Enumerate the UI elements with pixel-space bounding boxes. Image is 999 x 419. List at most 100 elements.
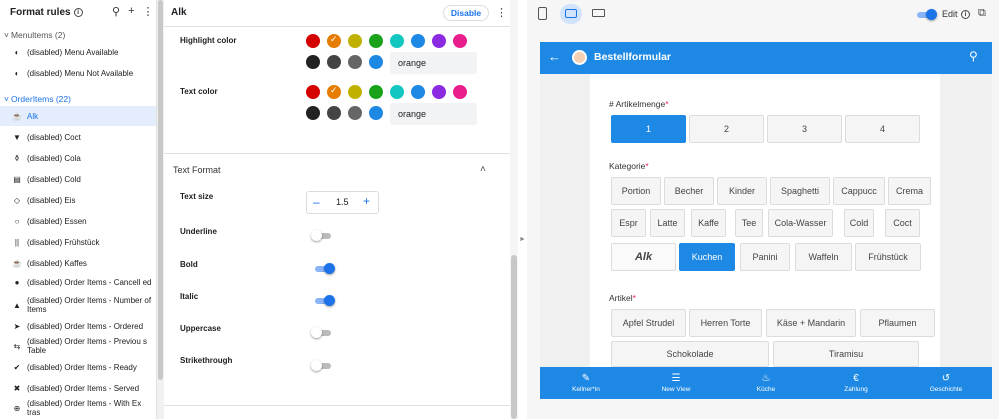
sidebar-item[interactable]: ✔ (disabled) Order Items - Ready: [0, 357, 156, 377]
kategorie-option[interactable]: Crema: [888, 177, 931, 205]
kategorie-option[interactable]: Tee: [735, 209, 763, 237]
kategorie-option[interactable]: Cappucc: [833, 177, 885, 205]
text-color-input[interactable]: orange: [390, 103, 477, 125]
text-size-value[interactable]: 1.5: [336, 197, 349, 207]
qty-option[interactable]: 2: [689, 115, 764, 143]
kategorie-option[interactable]: Spaghetti: [770, 177, 830, 205]
qty-option[interactable]: 1: [611, 115, 686, 143]
color-swatch[interactable]: [327, 106, 341, 120]
search-icon[interactable]: ⚲: [112, 5, 120, 18]
nav-item[interactable]: € Zahlung: [811, 367, 901, 399]
kategorie-option[interactable]: Espr: [611, 209, 646, 237]
artikel-option[interactable]: Käse + Mandarin: [766, 309, 856, 337]
color-swatch[interactable]: [453, 85, 467, 99]
panel-resize-handle[interactable]: ►: [519, 236, 526, 243]
sidebar-item[interactable]: ✖ (disabled) Order Items - Served: [0, 378, 156, 398]
qty-option[interactable]: 4: [845, 115, 920, 143]
artikel-option[interactable]: Pflaumen: [860, 309, 935, 337]
sidebar-item[interactable]: ⚱ (disabled) Cola: [0, 148, 156, 168]
minus-icon[interactable]: –: [313, 195, 320, 209]
artikel-option[interactable]: Tiramisu: [773, 341, 919, 367]
strikethrough-toggle[interactable]: [311, 360, 333, 371]
italic-toggle[interactable]: [313, 295, 335, 306]
info-icon[interactable]: i: [961, 10, 970, 19]
selected-color-swatch[interactable]: ✓: [327, 85, 341, 99]
color-swatch[interactable]: [369, 55, 383, 69]
more-vert-icon[interactable]: ⋮: [143, 5, 154, 18]
nav-item[interactable]: ♨ Küche: [721, 367, 811, 399]
kategorie-option[interactable]: Frühstück: [855, 243, 921, 271]
sidebar-item[interactable]: ▲ (disabled) Order Items - Number of Item…: [0, 293, 156, 317]
open-in-new-icon[interactable]: ⧉: [978, 7, 986, 20]
text-format-header[interactable]: Text Format: [173, 165, 221, 175]
color-swatch[interactable]: [453, 34, 467, 48]
color-swatch[interactable]: [306, 55, 320, 69]
color-swatch[interactable]: [348, 55, 362, 69]
color-swatch[interactable]: [369, 85, 383, 99]
kategorie-option[interactable]: Alk: [611, 243, 676, 271]
uppercase-toggle[interactable]: [311, 327, 333, 338]
plus-icon[interactable]: +: [363, 194, 370, 208]
color-swatch[interactable]: [432, 34, 446, 48]
color-swatch[interactable]: [306, 34, 320, 48]
sidebar-item[interactable]: || (disabled) Frühstück: [0, 232, 156, 252]
color-swatch[interactable]: [369, 34, 383, 48]
sidebar-item-alk[interactable]: ☕ Alk: [0, 106, 156, 126]
sidebar-item[interactable]: ⇆ (disabled) Order Items - Previou s Tabl…: [0, 334, 156, 358]
editor-scroll-thumb[interactable]: [511, 255, 517, 419]
color-swatch[interactable]: [411, 85, 425, 99]
highlight-color-input[interactable]: orange: [390, 52, 477, 74]
sidebar-scroll-thumb[interactable]: [158, 0, 163, 380]
sidebar-item[interactable]: ⊕ (disabled) Order Items - With Ex tras: [0, 396, 156, 419]
kategorie-option[interactable]: Kuchen: [679, 243, 735, 271]
sidebar-item[interactable]: ○ (disabled) Essen: [0, 211, 156, 231]
kategorie-option[interactable]: Panini: [740, 243, 790, 271]
tablet-view-button[interactable]: [560, 4, 582, 24]
desktop-view-icon[interactable]: [592, 9, 605, 17]
nav-item[interactable]: ✎ Kellner*in: [541, 367, 631, 399]
more-vert-icon[interactable]: ⋮: [496, 6, 507, 19]
artikel-option[interactable]: Apfel Strudel: [611, 309, 686, 337]
kategorie-option[interactable]: Becher: [664, 177, 714, 205]
selected-color-swatch[interactable]: ✓: [327, 34, 341, 48]
color-swatch[interactable]: [306, 106, 320, 120]
sidebar-item[interactable]: ◇ (disabled) Eis: [0, 190, 156, 210]
search-icon[interactable]: ⚲: [969, 49, 978, 63]
add-icon[interactable]: +: [128, 5, 134, 18]
sidebar-item[interactable]: ● (disabled) Order Items - Cancell ed: [0, 270, 156, 294]
disable-button[interactable]: Disable: [443, 5, 489, 21]
group-menuitems[interactable]: ˅ Menultems (2): [4, 30, 65, 40]
kategorie-option[interactable]: Coct: [885, 209, 920, 237]
chevron-up-icon[interactable]: ˄: [480, 164, 486, 175]
info-icon[interactable]: i: [73, 8, 83, 17]
color-swatch[interactable]: [348, 106, 362, 120]
color-swatch[interactable]: [411, 34, 425, 48]
color-swatch[interactable]: [348, 85, 362, 99]
group-orderitems[interactable]: ˅ OrderItems (22): [4, 94, 71, 104]
artikel-option[interactable]: Schokolade: [611, 341, 769, 367]
kategorie-option[interactable]: Latte: [650, 209, 685, 237]
kategorie-option[interactable]: Portion: [611, 177, 661, 205]
qty-option[interactable]: 3: [767, 115, 842, 143]
sidebar-item[interactable]: ▼ (disabled) Coct: [0, 127, 156, 147]
color-swatch[interactable]: [369, 106, 383, 120]
color-swatch[interactable]: [390, 85, 404, 99]
color-swatch[interactable]: [348, 34, 362, 48]
kategorie-option[interactable]: Cold: [844, 209, 874, 237]
sidebar-item[interactable]: ▤ (disabled) Cold: [0, 169, 156, 189]
artikel-option[interactable]: Herren Torte: [689, 309, 762, 337]
kategorie-option[interactable]: Kaffe: [691, 209, 726, 237]
sidebar-item[interactable]: ◐ (disabled) Menu Not Available: [0, 63, 156, 83]
kategorie-option[interactable]: Waffeln: [795, 243, 852, 271]
sidebar-item[interactable]: ➤ (disabled) Order Items - Ordered: [0, 316, 156, 336]
color-swatch[interactable]: [327, 55, 341, 69]
nav-item[interactable]: ☰ New View: [631, 367, 721, 399]
underline-toggle[interactable]: [311, 230, 333, 241]
color-swatch[interactable]: [432, 85, 446, 99]
sidebar-item[interactable]: ◐ (disabled) Menu Available: [0, 42, 156, 62]
back-arrow-icon[interactable]: ←: [548, 49, 561, 64]
kategorie-option[interactable]: Cola-Wasser: [768, 209, 833, 237]
phone-view-icon[interactable]: [538, 7, 547, 20]
color-swatch[interactable]: [306, 85, 320, 99]
bold-toggle[interactable]: [313, 263, 335, 274]
